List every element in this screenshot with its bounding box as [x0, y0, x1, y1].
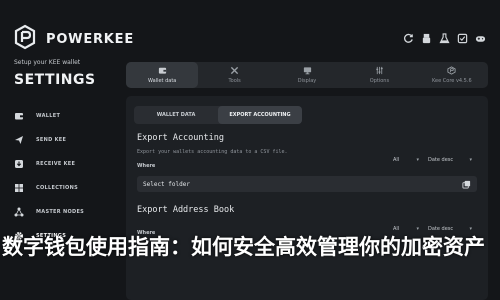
filter-dropdown[interactable]: All ▾ [393, 154, 419, 166]
export-accounting-description: Export your wallets accounting data to a… [137, 149, 288, 155]
checkbox-icon[interactable] [456, 32, 468, 44]
collections-icon [14, 183, 24, 193]
monitor-icon [303, 66, 312, 75]
data-subtabs: WALLET DATA EXPORT ACCOUNTING [134, 106, 302, 124]
sidebar-item-collections[interactable]: COLLECTIONS [14, 176, 124, 200]
subtab-wallet-data[interactable]: WALLET DATA [134, 106, 218, 124]
tab-kee-core[interactable]: Kee Core v4.5.6 [416, 62, 488, 88]
chevron-down-icon: ▾ [469, 226, 472, 232]
sidebar-item-master-nodes[interactable]: MASTER NODES [14, 200, 124, 224]
brand-name: POWERKEE [46, 32, 135, 47]
gamepad-icon[interactable] [474, 32, 486, 44]
where-label: Where [137, 163, 156, 169]
tab-label: Kee Core v4.5.6 [432, 78, 472, 84]
wallet-icon [14, 111, 24, 121]
receive-icon [14, 159, 24, 169]
tab-options[interactable]: Options [343, 62, 415, 88]
export-address-book-title: Export Address Book [137, 205, 235, 215]
tools-icon [230, 66, 239, 75]
send-icon [14, 135, 24, 145]
options-icon [375, 66, 384, 75]
export-accounting-title: Export Accounting [137, 133, 224, 143]
sort-value: Date desc [428, 226, 454, 232]
setup-subtitle: Setup your KEE wallet [14, 59, 81, 66]
tab-label: Options [369, 78, 390, 84]
top-toolbar [402, 32, 486, 44]
nodes-icon [14, 207, 24, 217]
tab-label: Tools [228, 78, 241, 84]
sidebar-item-label: SEND KEE [36, 137, 67, 143]
tab-label: Display [297, 78, 317, 84]
sidebar-item-receive-kee[interactable]: RECEIVE KEE [14, 152, 124, 176]
chevron-down-icon: ▾ [416, 226, 419, 232]
folder-placeholder: Select folder [143, 180, 190, 188]
sort-value: Date desc [428, 157, 454, 163]
tab-display[interactable]: Display [271, 62, 343, 88]
subtab-export-accounting[interactable]: EXPORT ACCOUNTING [218, 106, 302, 124]
filter-value: All [393, 226, 400, 232]
tab-label: Wallet data [148, 78, 177, 84]
sidebar-item-label: MASTER NODES [36, 209, 85, 215]
sidebar-item-label: COLLECTIONS [36, 185, 78, 191]
overlay-banner-text: 数字钱包使用指南：如何安全高效管理你的加密资产 [2, 234, 485, 259]
sidebar-item-send-kee[interactable]: SEND KEE [14, 128, 124, 152]
tab-tools[interactable]: Tools [198, 62, 270, 88]
powerkee-logo-icon [14, 24, 36, 50]
refresh-icon[interactable] [402, 32, 414, 44]
settings-tabs: Wallet data Tools Display Options Kee Co… [126, 62, 488, 88]
sort-dropdown[interactable]: Date desc ▾ [428, 154, 472, 166]
folder-select-field[interactable]: Select folder [137, 176, 477, 192]
content-panel: WALLET DATA EXPORT ACCOUNTING Export Acc… [126, 96, 488, 300]
chevron-down-icon: ▾ [416, 157, 419, 163]
folder-browse-icon[interactable] [462, 180, 471, 189]
sidebar-item-label: RECEIVE KEE [36, 161, 76, 167]
tab-wallet-data[interactable]: Wallet data [126, 62, 199, 88]
sidebar-item-label: WALLET [36, 113, 61, 119]
core-icon [447, 66, 456, 75]
sidebar: WALLET SEND KEE RECEIVE KEE COLLECTIONS … [14, 104, 124, 248]
filter-value: All [393, 157, 400, 163]
flask-icon[interactable] [438, 32, 450, 44]
wallet-icon [158, 66, 167, 75]
sidebar-item-wallet[interactable]: WALLET [14, 104, 124, 128]
usb-icon[interactable] [420, 32, 432, 44]
page-title: SETTINGS [14, 72, 96, 88]
chevron-down-icon: ▾ [469, 157, 472, 163]
